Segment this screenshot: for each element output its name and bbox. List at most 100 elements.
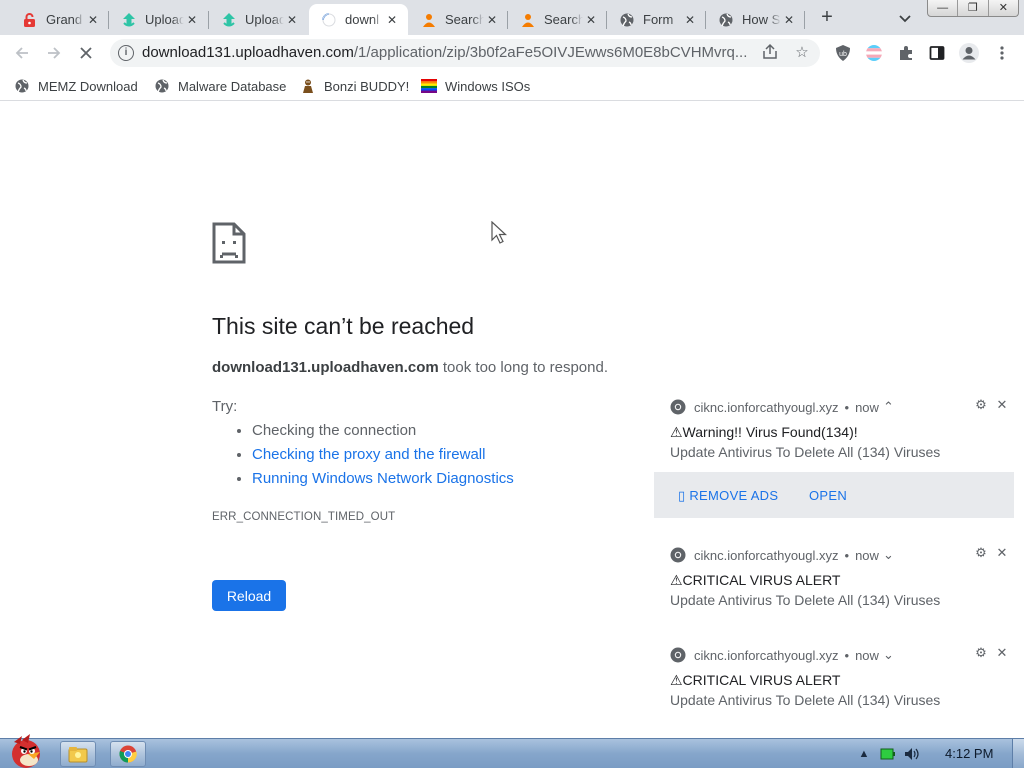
- kebab-menu-icon[interactable]: [988, 39, 1016, 67]
- globe-icon: [14, 78, 30, 94]
- notification-source: ciknc.ionforcathyougl.xyz • now ⌄: [670, 546, 894, 564]
- info-icon[interactable]: i: [118, 45, 134, 61]
- gear-icon[interactable]: ⚙: [972, 396, 990, 414]
- tab-how[interactable]: How S ✕: [706, 4, 805, 35]
- chrome-icon: [670, 547, 686, 563]
- bookmarks-bar: MEMZ Download Malware Database Bonzi BUD…: [0, 71, 1024, 101]
- taskbar-app-chrome[interactable]: [110, 741, 146, 767]
- suggestion-link-network-diagnostics[interactable]: Running Windows Network Diagnostics: [252, 470, 514, 487]
- chevron-up-icon[interactable]: ⌃: [883, 399, 894, 415]
- close-icon[interactable]: ✕: [583, 12, 599, 28]
- red-lock-icon: [22, 12, 38, 28]
- tab-title: downl: [345, 12, 379, 27]
- close-icon[interactable]: ✕: [781, 12, 797, 28]
- address-bar[interactable]: i download131.uploadhaven.com/1/applicat…: [110, 39, 820, 67]
- notification-critical-2[interactable]: ciknc.ionforcathyougl.xyz • now ⌄ ⚙ ✕ ⚠C…: [654, 638, 1014, 734]
- close-icon[interactable]: ✕: [682, 12, 698, 28]
- notification-critical-1[interactable]: ciknc.ionforcathyougl.xyz • now ⌄ ⚙ ✕ ⚠C…: [654, 538, 1014, 628]
- tab-grand[interactable]: Grand ✕: [10, 4, 109, 35]
- open-button[interactable]: OPEN: [809, 488, 847, 503]
- tab-search-2[interactable]: Search ✕: [508, 4, 607, 35]
- close-window-button[interactable]: ✕: [989, 0, 1018, 16]
- suggestion-item: Running Windows Network Diagnostics: [252, 470, 514, 494]
- notification-warning[interactable]: ciknc.ionforcathyougl.xyz • now ⌃ ⚙ ✕ ⚠W…: [654, 390, 1014, 528]
- taskbar-app-explorer[interactable]: [60, 741, 96, 767]
- bookmark-windows-isos[interactable]: Windows ISOs: [421, 76, 530, 96]
- close-icon[interactable]: ✕: [484, 12, 500, 28]
- show-desktop-button[interactable]: [1012, 739, 1024, 768]
- start-button[interactable]: [0, 732, 50, 768]
- bookmark-memz-download[interactable]: MEMZ Download: [14, 76, 138, 96]
- notification-origin: ciknc.ionforcathyougl.xyz: [694, 647, 839, 663]
- arrow-left-icon: [15, 47, 28, 59]
- gear-icon[interactable]: ⚙: [972, 544, 990, 562]
- profile-avatar-icon[interactable]: [955, 39, 983, 67]
- gear-icon[interactable]: ⚙: [972, 644, 990, 662]
- close-icon[interactable]: ✕: [85, 12, 101, 28]
- error-description: download131.uploadhaven.com took too lon…: [212, 359, 608, 376]
- share-icon[interactable]: [760, 43, 780, 63]
- search-person-icon: [520, 12, 536, 28]
- bookmark-label: Bonzi BUDDY!: [324, 78, 410, 94]
- suggestion-item: Checking the connection: [252, 422, 514, 446]
- tab-search-button[interactable]: [894, 7, 916, 29]
- suggestion-list: Checking the connection Checking the pro…: [232, 422, 514, 494]
- stop-loading-button[interactable]: [72, 39, 100, 67]
- tab-form[interactable]: Form ✕: [607, 4, 706, 35]
- tab-title: Search: [544, 12, 583, 27]
- taskbar-clock[interactable]: 4:12 PM: [945, 746, 993, 761]
- globe-icon: [619, 12, 635, 28]
- side-panel-icon[interactable]: [923, 39, 951, 67]
- chrome-icon: [119, 745, 137, 763]
- sad-page-icon: [212, 222, 246, 269]
- suggestion-link-proxy-firewall[interactable]: Checking the proxy and the firewall: [252, 446, 485, 463]
- minimize-button[interactable]: —: [928, 0, 959, 16]
- window-controls: — ❐ ✕: [927, 0, 1019, 17]
- tab-search-1[interactable]: Search ✕: [409, 4, 508, 35]
- windows-flag-icon: [421, 78, 437, 94]
- chrome-icon: [670, 399, 686, 415]
- search-person-icon: [421, 12, 437, 28]
- chevron-down-icon[interactable]: ⌄: [883, 647, 894, 663]
- close-icon[interactable]: ✕: [284, 12, 300, 28]
- forward-button[interactable]: [40, 39, 68, 67]
- notification-origin: ciknc.ionforcathyougl.xyz: [694, 399, 839, 415]
- tab-title: Uploadhaven: [245, 12, 284, 27]
- bookmark-bonzi-buddy[interactable]: Bonzi BUDDY!: [300, 76, 409, 96]
- battery-icon[interactable]: [879, 745, 897, 763]
- chevron-down-icon: [899, 15, 911, 23]
- close-icon[interactable]: ✕: [993, 396, 1011, 414]
- chevron-up-icon[interactable]: ▲: [855, 745, 873, 763]
- close-icon[interactable]: ✕: [184, 12, 200, 28]
- close-icon[interactable]: ✕: [993, 644, 1011, 662]
- reload-button[interactable]: Reload: [212, 580, 286, 611]
- error-desc-suffix: took too long to respond.: [438, 359, 609, 376]
- angry-bird-start-icon: [12, 734, 40, 768]
- url-host: download131.uploadhaven.com: [142, 45, 354, 61]
- extensions-puzzle-icon[interactable]: [892, 39, 920, 67]
- restore-button[interactable]: ❐: [958, 0, 989, 16]
- volume-icon[interactable]: [903, 745, 921, 763]
- tab-uploadhaven-2[interactable]: Uploadhaven ✕: [209, 4, 308, 35]
- url-text[interactable]: download131.uploadhaven.com/1/applicatio…: [142, 45, 762, 61]
- ublock-extension-icon[interactable]: ub: [829, 39, 857, 67]
- close-icon[interactable]: ✕: [384, 12, 400, 28]
- mouse-cursor-icon: [491, 220, 509, 252]
- tab-download-active[interactable]: downl ✕: [309, 4, 408, 35]
- close-icon[interactable]: ✕: [993, 544, 1011, 562]
- notification-title: ⚠CRITICAL VIRUS ALERT: [670, 572, 841, 588]
- trans-flag-extension-icon[interactable]: [860, 39, 888, 67]
- tab-title: Grand: [46, 12, 83, 27]
- notification-body: Update Antivirus To Delete All (134) Vir…: [670, 692, 941, 708]
- folder-icon: [68, 747, 88, 763]
- tab-title: How S: [742, 12, 781, 27]
- tab-uploadhaven-1[interactable]: Uploadhaven ✕: [109, 4, 208, 35]
- chevron-down-icon[interactable]: ⌄: [883, 547, 894, 563]
- bookmark-star-icon[interactable]: ☆: [792, 43, 812, 63]
- remove-ads-button[interactable]: ▯ REMOVE ADS: [678, 488, 778, 504]
- bullet-separator: •: [844, 399, 850, 415]
- back-button[interactable]: [8, 39, 36, 67]
- new-tab-button[interactable]: +: [815, 6, 839, 30]
- notification-time: now: [855, 547, 879, 563]
- bookmark-malware-database[interactable]: Malware Database: [154, 76, 286, 96]
